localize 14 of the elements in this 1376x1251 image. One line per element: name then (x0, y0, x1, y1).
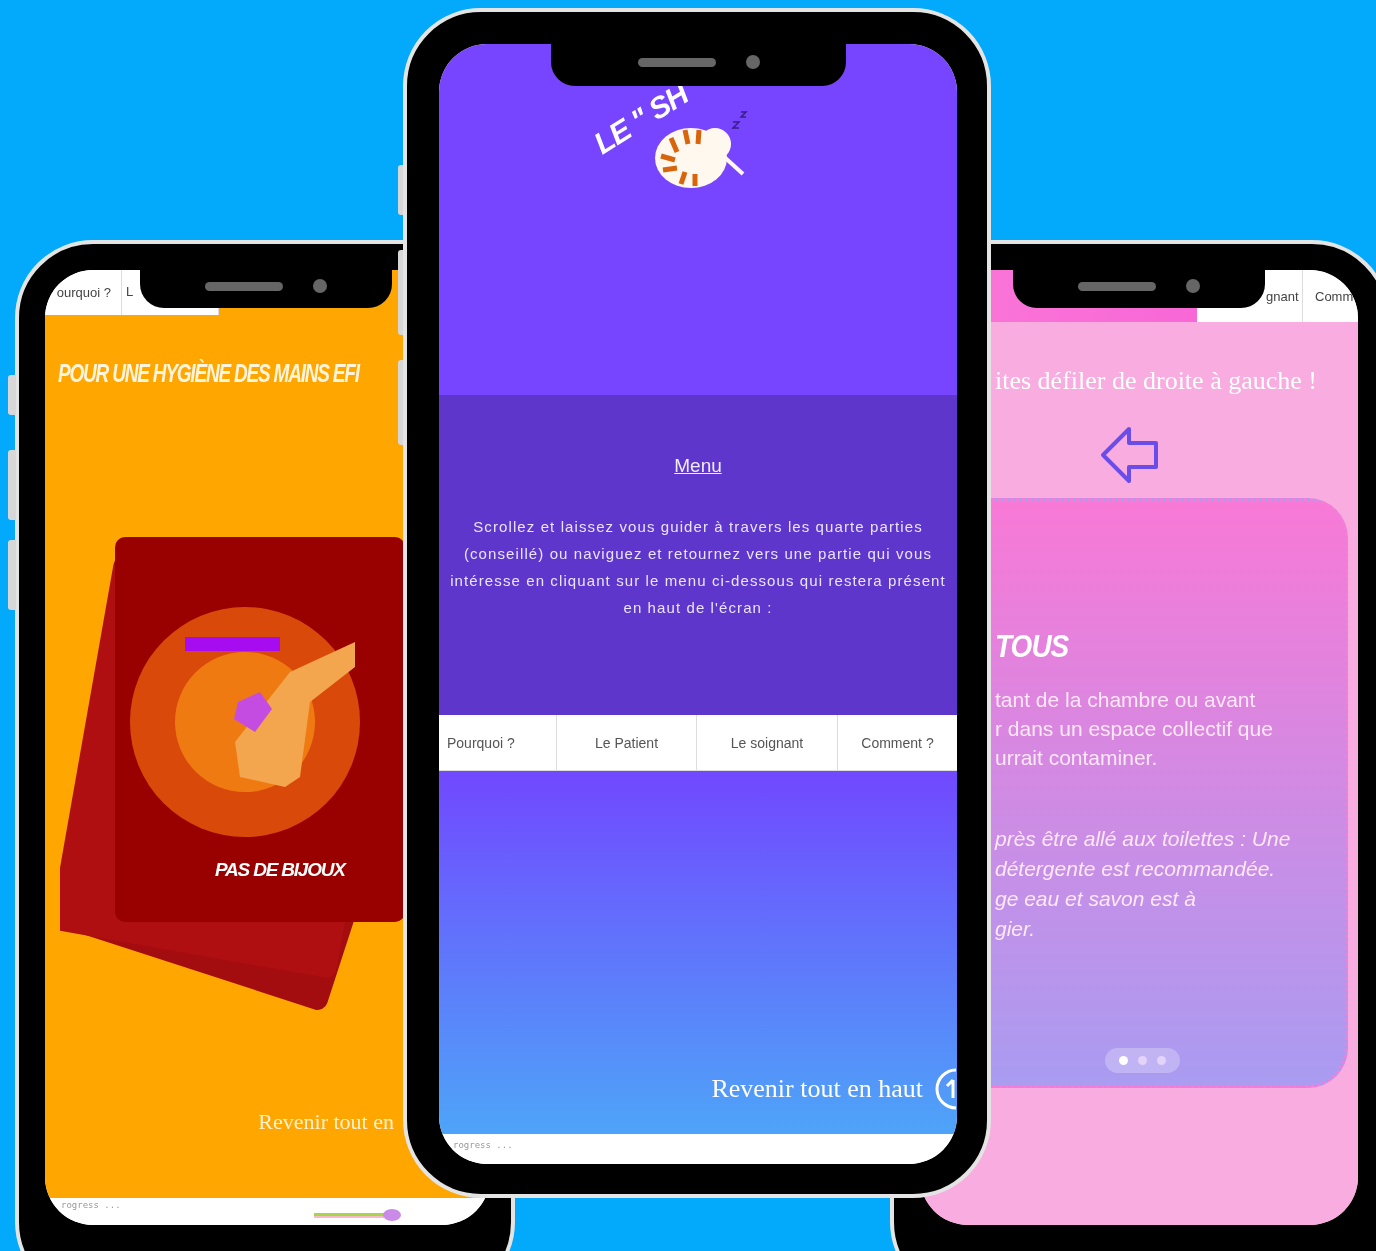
progress-label: rogress ... (453, 1140, 513, 1150)
card-title: TOUS (995, 628, 1069, 666)
nav-tab[interactable]: gnant (1265, 270, 1303, 322)
nav-tab[interactable]: Comm (1303, 270, 1358, 322)
menu-heading: Menu (674, 455, 722, 477)
swipe-hint: ites défiler de droite à gauche ! (995, 366, 1317, 396)
card-label: PAS DE BIJOUX (215, 859, 345, 881)
section-title: POUR UNE HYGIÈNE DES MAINS EFI (58, 359, 359, 389)
nav-tab[interactable]: ourquoi ? (45, 270, 122, 315)
intro-paragraph: Scrollez et laissez vous guider à travers les quarte parties (conseillé) ou naviguez et retournez vers une partie qui vous intéresse en cliquant sur le menu ci-dessous qui restera présent en haut de l'écran : (449, 517, 947, 618)
progress-label: rogress ... (61, 1200, 121, 1210)
logo-text: LE " SH (587, 77, 694, 161)
card-paragraph: près être allé aux toilettes : Une détergente est recommandée. ge eau et savon est à gier. (995, 826, 1291, 942)
card-paragraph: tant de la chambre ou avant r dans un espace collectif que urrait contaminer. (995, 687, 1273, 771)
